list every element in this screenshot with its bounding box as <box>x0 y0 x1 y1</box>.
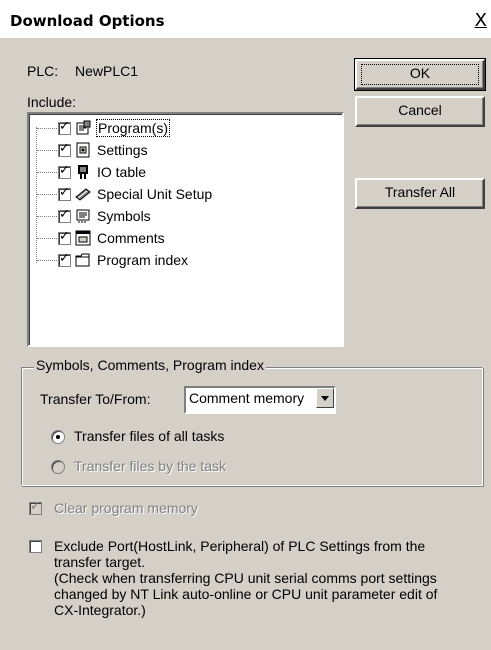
tree-item-label: Symbols <box>97 208 151 224</box>
radio-by-task[interactable] <box>51 460 65 474</box>
special-unit-icon <box>75 188 91 201</box>
cancel-button[interactable]: Cancel <box>355 96 485 127</box>
focus-rect <box>361 64 479 85</box>
exclude-port-line: transfer target. <box>54 554 146 570</box>
radio-by-task-label[interactable]: Transfer files by the task <box>74 458 226 474</box>
chevron-down-icon <box>321 396 329 401</box>
tree-branch <box>37 172 57 173</box>
special-unit-checkbox[interactable]: ✓ <box>58 185 71 201</box>
radio-all-tasks[interactable] <box>51 430 65 444</box>
tree-item-label: Settings <box>97 142 148 158</box>
check-mark-icon: ✓ <box>59 185 70 200</box>
transfer-all-button-label: Transfer All <box>384 184 456 200</box>
programs-checkbox[interactable]: ✓ <box>58 119 71 135</box>
check-mark-icon: ✓ <box>59 119 70 134</box>
close-icon[interactable]: X <box>475 10 487 31</box>
tree-item-label: Program(s) <box>95 119 171 137</box>
exclude-port-line: CX-Integrator.) <box>54 602 146 618</box>
tree-branch <box>37 260 57 261</box>
check-mark-icon: ✓ <box>59 207 70 222</box>
transfer-select[interactable]: Comment memory <box>184 386 336 414</box>
tree-item-label: Special Unit Setup <box>97 186 213 202</box>
include-tree[interactable]: ✓ Program(s) ✓ Settings ✓ IO table ✓ Spe… <box>27 112 344 347</box>
cancel-button-label: Cancel <box>398 102 442 118</box>
tree-branch <box>37 216 57 217</box>
transfer-all-button[interactable]: Transfer All <box>355 178 485 209</box>
window-title: Download Options <box>10 12 165 30</box>
comments-checkbox[interactable]: ✓ <box>58 229 71 245</box>
exclude-port-line: (Check when transferring CPU unit serial… <box>54 570 437 586</box>
radio-all-tasks-label[interactable]: Transfer files of all tasks <box>74 428 224 444</box>
check-mark-icon: ✓ <box>59 141 70 156</box>
check-mark-icon: ✓ <box>59 229 70 244</box>
tree-branch <box>37 194 57 195</box>
clear-memory-label[interactable]: Clear program memory <box>54 500 198 516</box>
dropdown-button[interactable] <box>316 388 334 408</box>
include-label: Include: <box>27 94 77 110</box>
settings-icon <box>76 142 90 158</box>
exclude-port-line: changed by NT Link auto-online or CPU un… <box>54 586 438 602</box>
check-mark-icon: ✓ <box>59 251 70 266</box>
check-mark-icon: ✓ <box>59 163 70 178</box>
program-index-checkbox[interactable]: ✓ <box>58 251 71 267</box>
exclude-port-label[interactable]: Exclude Port(HostLink, Peripheral) of PL… <box>54 538 437 618</box>
check-mark-icon: ✓ <box>30 499 41 514</box>
tree-item-label: IO table <box>97 164 147 180</box>
ok-button[interactable]: OK <box>354 58 486 91</box>
tree-branch <box>37 150 57 151</box>
folder-icon <box>75 253 90 267</box>
transfer-select-value: Comment memory <box>189 390 305 406</box>
io-table-checkbox[interactable]: ✓ <box>58 163 71 179</box>
tree-connector <box>36 127 37 263</box>
tree-item-label: Comments <box>97 230 165 246</box>
io-table-icon <box>78 165 88 179</box>
radio-dot <box>56 435 60 439</box>
program-icon <box>76 120 91 135</box>
plc-name: NewPLC1 <box>75 63 139 79</box>
plc-label: PLC: <box>27 63 59 79</box>
symbols-icon <box>76 209 90 223</box>
settings-checkbox[interactable]: ✓ <box>58 141 71 157</box>
tree-branch <box>37 238 57 239</box>
exclude-port-checkbox[interactable] <box>29 540 42 553</box>
clear-memory-checkbox[interactable]: ✓ <box>29 499 42 515</box>
title-bar: Download Options X <box>0 0 491 38</box>
symbols-checkbox[interactable]: ✓ <box>58 207 71 223</box>
tree-item-label: Program index <box>97 252 189 268</box>
transfer-label: Transfer To/From: <box>40 391 151 407</box>
comments-icon <box>75 230 91 246</box>
group-title: Symbols, Comments, Program index <box>34 357 266 373</box>
exclude-port-line: Exclude Port(HostLink, Peripheral) of PL… <box>54 538 426 554</box>
tree-branch <box>37 128 57 129</box>
